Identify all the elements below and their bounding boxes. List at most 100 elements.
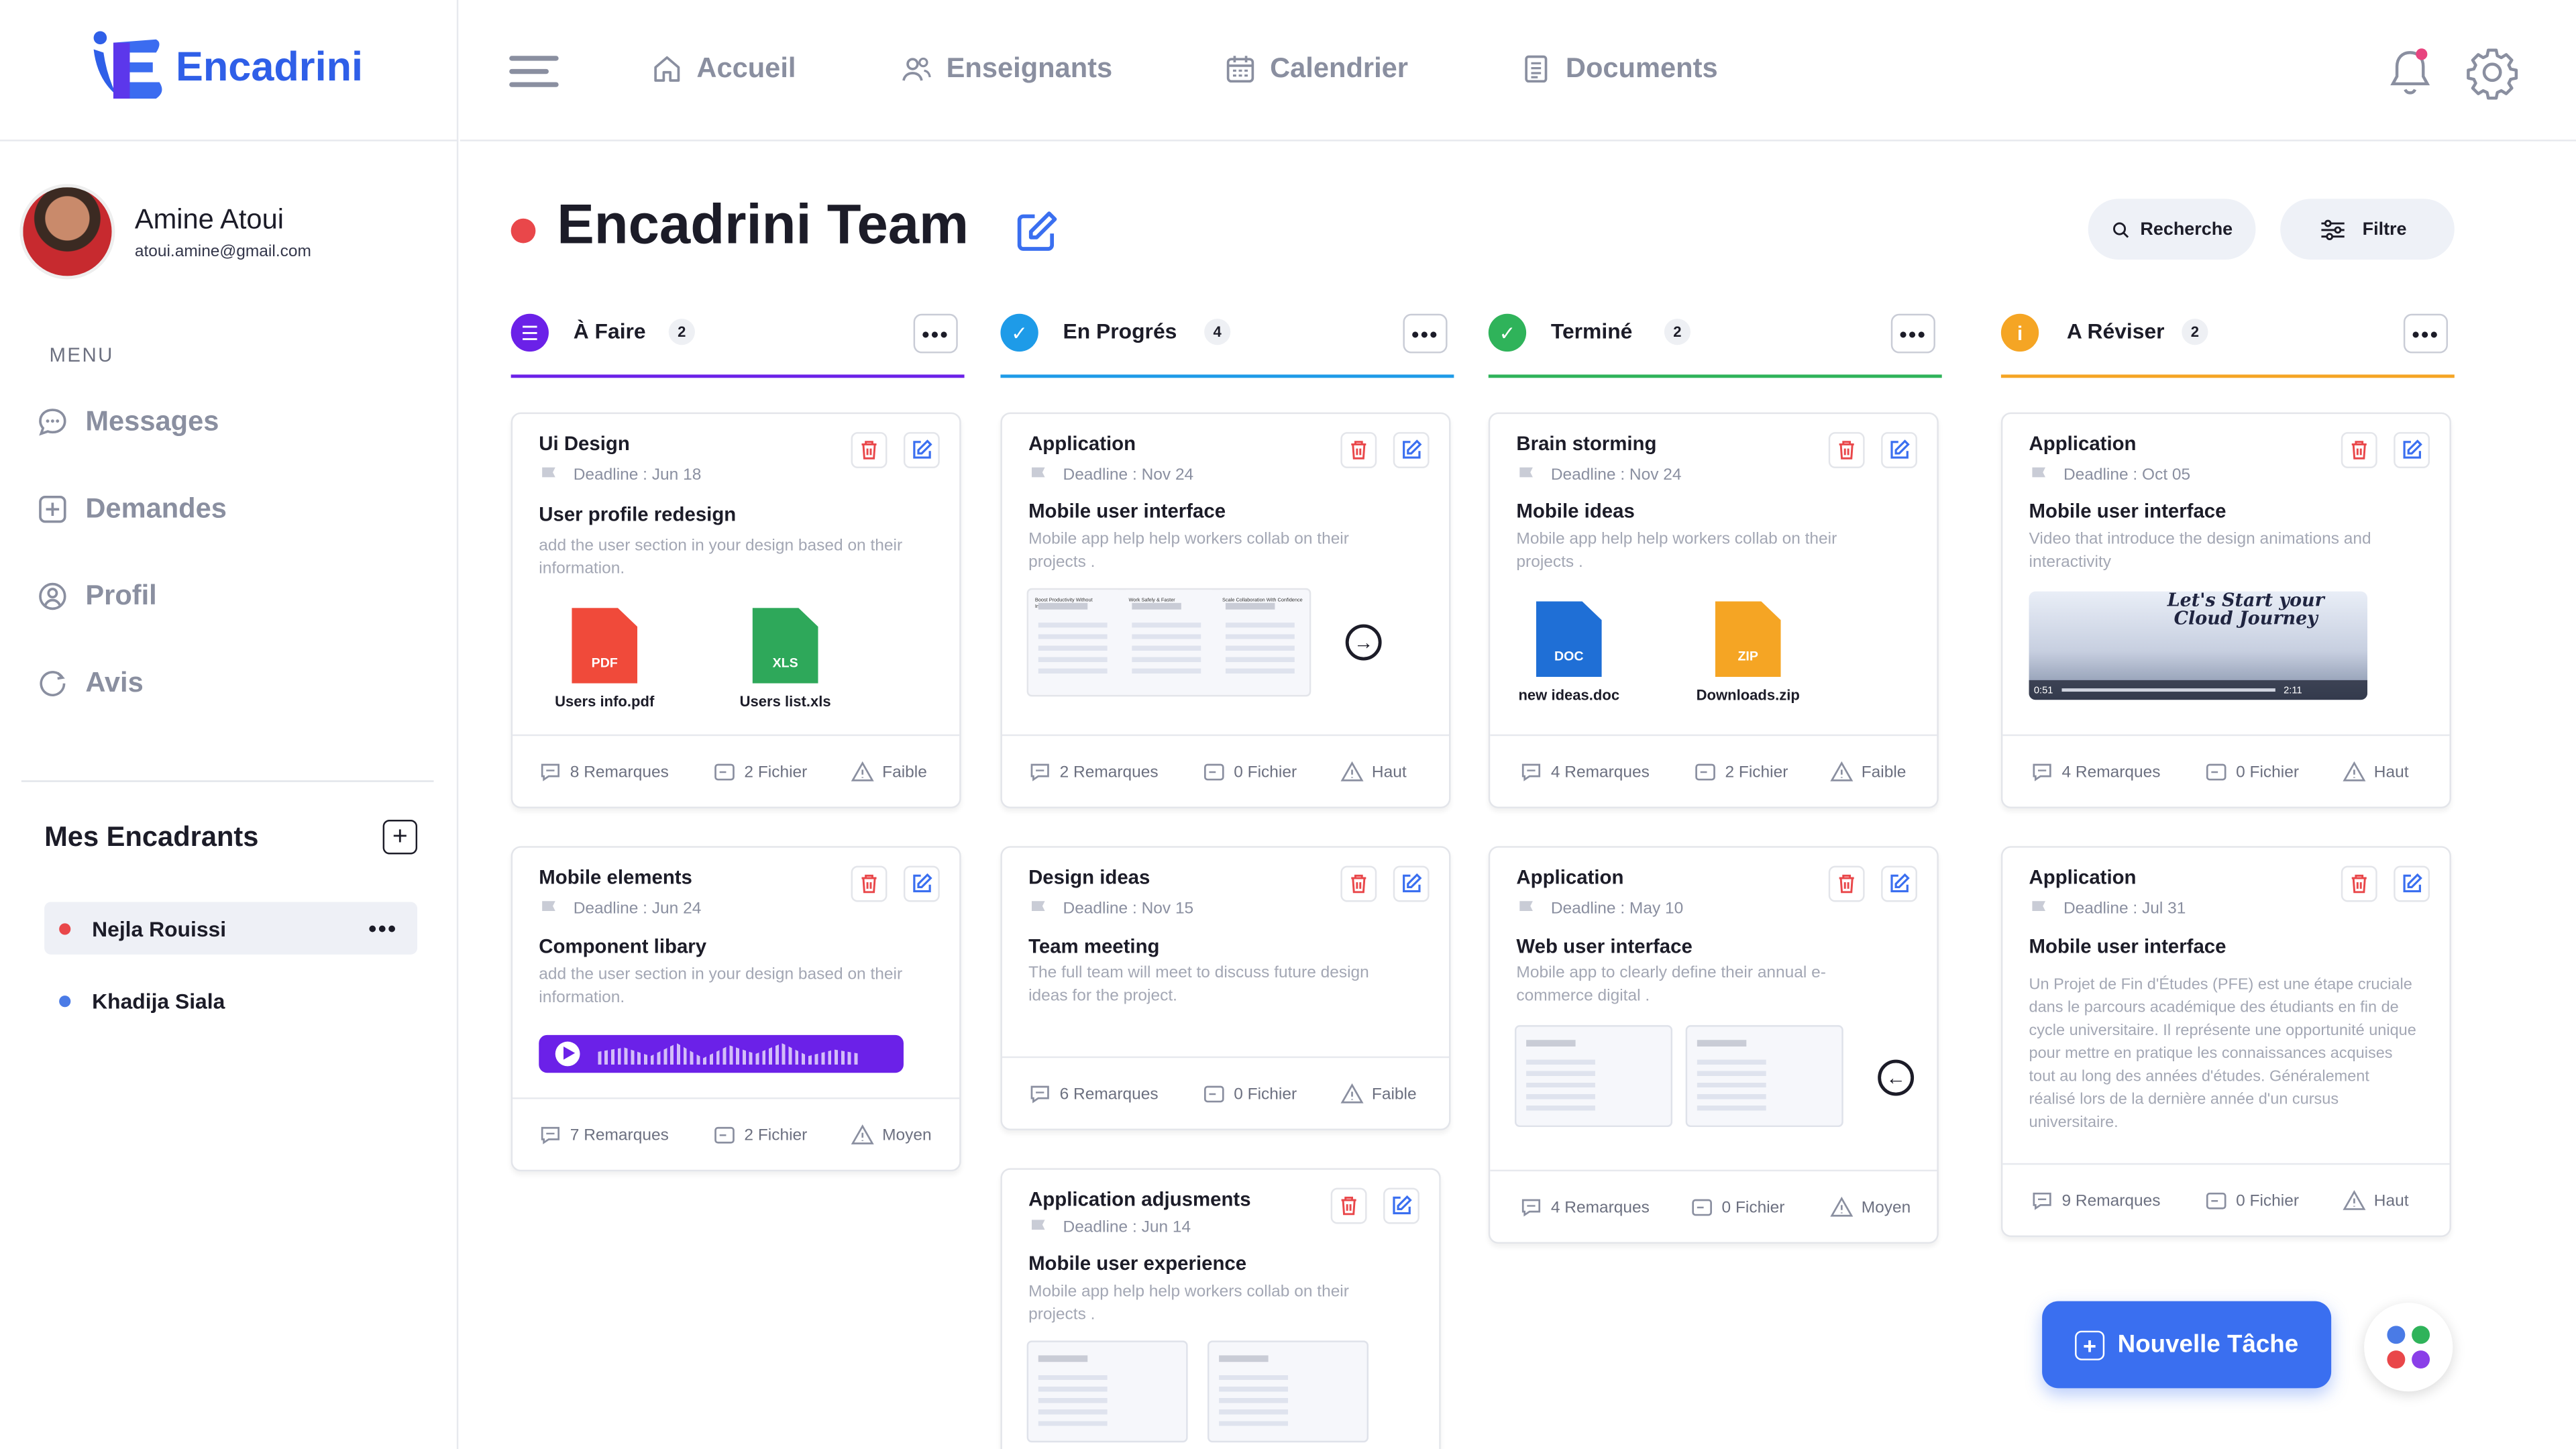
edit-button[interactable] bbox=[1881, 865, 1917, 902]
column-count: 2 bbox=[668, 319, 695, 345]
add-encadrant-button[interactable]: + bbox=[382, 820, 418, 855]
encadrant-item[interactable]: Khadija Siala bbox=[44, 974, 417, 1026]
filter-button[interactable]: Filtre bbox=[2280, 199, 2455, 260]
edit-button[interactable] bbox=[1383, 1187, 1419, 1224]
sidebar-item-avis[interactable]: Avis bbox=[36, 667, 144, 700]
delete-button[interactable] bbox=[1828, 432, 1865, 468]
files-count[interactable]: 0 Fichier bbox=[2205, 1189, 2299, 1212]
edit-button[interactable] bbox=[2394, 865, 2430, 902]
deadline-text: Deadline : Jul 31 bbox=[2063, 900, 2186, 918]
user-profile[interactable]: Amine Atoui atoui.amine@gmail.com bbox=[19, 184, 311, 280]
settings-gear-icon[interactable] bbox=[2464, 44, 2520, 100]
trash-icon bbox=[861, 874, 877, 894]
files-count[interactable]: 0 Fichier bbox=[2205, 761, 2299, 784]
encadrant-item[interactable]: Nejla Rouissi ••• bbox=[44, 902, 418, 955]
delete-button[interactable] bbox=[1330, 1187, 1367, 1224]
delete-button[interactable] bbox=[1340, 432, 1377, 468]
nav-calendrier[interactable]: Calendrier bbox=[1224, 52, 1408, 85]
task-card[interactable]: Application Deadline : May 10 Web user i… bbox=[1488, 846, 1939, 1244]
hamburger-menu-icon[interactable] bbox=[509, 56, 559, 89]
edit-button[interactable] bbox=[903, 432, 940, 468]
delete-button[interactable] bbox=[1828, 865, 1865, 902]
column-more-button[interactable]: ••• bbox=[1890, 313, 1935, 354]
edit-button[interactable] bbox=[1881, 432, 1917, 468]
brand-logo[interactable]: Encadrini bbox=[91, 30, 363, 105]
remarks-count[interactable]: 2 Remarques bbox=[1028, 761, 1159, 784]
audio-player[interactable] bbox=[539, 1034, 904, 1073]
delete-button[interactable] bbox=[851, 432, 888, 468]
waveform bbox=[598, 1043, 861, 1065]
remarks-count[interactable]: 4 Remarques bbox=[1519, 761, 1650, 784]
card-category: Brain storming bbox=[1516, 432, 1657, 455]
previous-arrow-icon[interactable]: ← bbox=[1878, 1059, 1915, 1096]
attachment-xls[interactable]: XLS Users list.xls bbox=[720, 608, 851, 710]
attachment-zip[interactable]: ZIP Downloads.zip bbox=[1682, 601, 1814, 703]
video-controls[interactable] bbox=[2029, 680, 2368, 700]
files-text: 0 Fichier bbox=[2236, 763, 2300, 782]
edit-title-icon[interactable] bbox=[1014, 209, 1060, 255]
sidebar-item-messages[interactable]: Messages bbox=[36, 406, 219, 439]
files-count[interactable]: 0 Fichier bbox=[1203, 761, 1297, 784]
attachment-pdf[interactable]: PDF Users info.pdf bbox=[539, 608, 670, 710]
task-card[interactable]: Application adjusments Deadline : Jun 14… bbox=[1000, 1168, 1441, 1449]
new-task-button[interactable]: + Nouvelle Tâche bbox=[2042, 1301, 2332, 1389]
notification-bell-icon[interactable] bbox=[2385, 46, 2434, 99]
task-card[interactable]: Design ideas Deadline : Nov 15 Team meet… bbox=[1000, 846, 1451, 1130]
users-icon bbox=[902, 57, 931, 81]
apps-menu-button[interactable] bbox=[2364, 1303, 2453, 1392]
remarks-count[interactable]: 4 Remarques bbox=[1519, 1196, 1650, 1219]
priority-text: Haut bbox=[2373, 763, 2409, 782]
image-preview[interactable]: Boost Productivity Without Interruption … bbox=[1026, 588, 1311, 697]
video-player[interactable]: Let's Start your Cloud Journey 0:51 2:11 bbox=[2029, 591, 2368, 700]
file-icon bbox=[714, 763, 735, 781]
files-count[interactable]: 0 Fichier bbox=[1690, 1196, 1784, 1219]
task-card[interactable]: Application Deadline : Oct 05 Mobile use… bbox=[2000, 412, 2451, 808]
next-arrow-icon[interactable]: → bbox=[1345, 624, 1382, 661]
play-icon[interactable] bbox=[555, 1041, 580, 1067]
task-card[interactable]: Ui Design Deadline : Jun 18 User profile… bbox=[511, 412, 961, 808]
delete-button[interactable] bbox=[851, 865, 888, 902]
image-previews[interactable] bbox=[1026, 1340, 1369, 1443]
trash-icon bbox=[2351, 441, 2367, 460]
card-title: Mobile ideas bbox=[1516, 499, 1635, 523]
column-more-button[interactable]: ••• bbox=[2403, 313, 2449, 354]
remarks-count[interactable]: 6 Remarques bbox=[1028, 1083, 1159, 1106]
edit-button[interactable] bbox=[1393, 865, 1430, 902]
sidebar-item-profil[interactable]: Profil bbox=[36, 580, 157, 612]
task-card[interactable]: Application Deadline : Jul 31 Mobile use… bbox=[2000, 846, 2451, 1238]
column-more-button[interactable]: ••• bbox=[913, 313, 958, 354]
menu-label: MENU bbox=[49, 343, 114, 367]
column-more-button[interactable]: ••• bbox=[1403, 313, 1448, 354]
delete-button[interactable] bbox=[2341, 865, 2377, 902]
priority-text: Faible bbox=[1371, 1085, 1417, 1104]
edit-button[interactable] bbox=[1393, 432, 1430, 468]
nav-accueil[interactable]: Accueil bbox=[651, 52, 796, 85]
remarks-count[interactable]: 7 Remarques bbox=[539, 1124, 669, 1146]
sidebar-item-demandes[interactable]: Demandes bbox=[36, 493, 227, 526]
remarks-text: 4 Remarques bbox=[1550, 763, 1650, 782]
edit-button[interactable] bbox=[2394, 432, 2430, 468]
files-count[interactable]: 2 Fichier bbox=[713, 1124, 807, 1146]
attachment-doc[interactable]: DOC new ideas.doc bbox=[1503, 601, 1635, 703]
edit-button[interactable] bbox=[903, 865, 940, 902]
task-card[interactable]: Brain storming Deadline : Nov 24 Mobile … bbox=[1488, 412, 1939, 808]
deadline: Deadline : Nov 24 bbox=[1028, 465, 1193, 486]
card-description: Mobile app help help workers collab on t… bbox=[1516, 531, 1837, 572]
image-previews[interactable] bbox=[1514, 1025, 1843, 1128]
delete-button[interactable] bbox=[2341, 432, 2377, 468]
task-card[interactable]: Mobile elements Deadline : Jun 24 Compon… bbox=[511, 846, 961, 1172]
nav-documents[interactable]: Documents bbox=[1519, 52, 1718, 85]
files-count[interactable]: 2 Fichier bbox=[1694, 761, 1788, 784]
remarks-count[interactable]: 4 Remarques bbox=[2031, 761, 2161, 784]
remarks-count[interactable]: 8 Remarques bbox=[539, 761, 669, 784]
preview-panel: Work Safely & Faster bbox=[1122, 590, 1216, 695]
nav-enseignants[interactable]: Enseignants bbox=[900, 52, 1112, 85]
search-button[interactable]: Recherche bbox=[2088, 199, 2256, 260]
delete-button[interactable] bbox=[1340, 865, 1377, 902]
priority: Moyen bbox=[851, 1124, 932, 1146]
files-count[interactable]: 2 Fichier bbox=[713, 761, 807, 784]
files-count[interactable]: 0 Fichier bbox=[1203, 1083, 1297, 1106]
more-options-icon[interactable]: ••• bbox=[368, 915, 397, 941]
task-card[interactable]: Application Deadline : Nov 24 Mobile use… bbox=[1000, 412, 1451, 808]
remarks-count[interactable]: 9 Remarques bbox=[2031, 1189, 2161, 1212]
